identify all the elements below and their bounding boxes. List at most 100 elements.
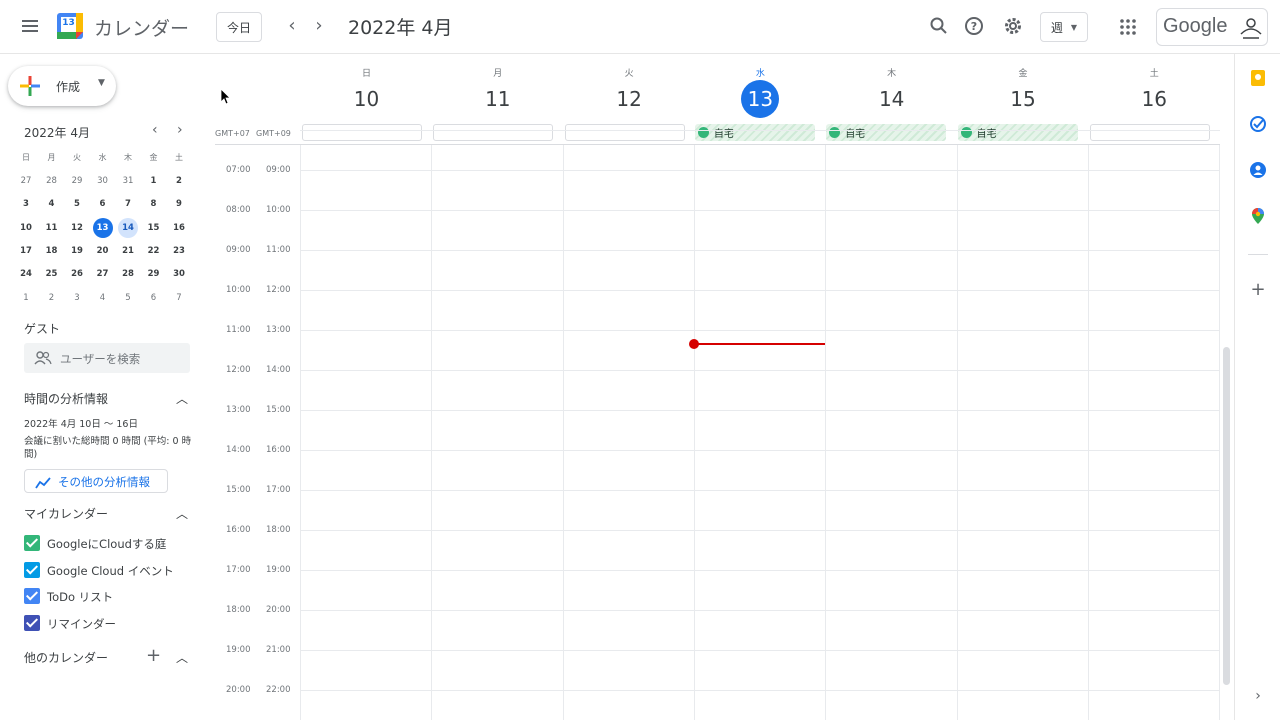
mini-calendar-day[interactable]: 31 — [118, 171, 138, 191]
expand-panel-chevron-icon[interactable]: › — [1250, 688, 1266, 704]
day-number[interactable]: 11 — [479, 80, 517, 118]
mini-calendar-day[interactable]: 21 — [118, 241, 138, 261]
guest-search-input[interactable]: ユーザーを検索 — [24, 343, 190, 373]
mini-calendar-day[interactable]: 5 — [118, 288, 138, 308]
mini-calendar-day[interactable]: 29 — [67, 171, 87, 191]
mini-calendar-day[interactable]: 10 — [16, 218, 36, 238]
day-column-header[interactable]: 土 16 — [1089, 66, 1220, 118]
day-number[interactable]: 16 — [1135, 80, 1173, 118]
mini-calendar-day[interactable]: 18 — [42, 241, 62, 261]
mini-calendar-day[interactable]: 15 — [144, 218, 164, 238]
all-day-event[interactable]: 自宅 — [826, 124, 947, 141]
calendar-logo-icon[interactable]: 13 — [56, 12, 84, 40]
day-column-header[interactable]: 日 10 — [301, 66, 432, 118]
mini-calendar-day[interactable]: 25 — [42, 264, 62, 284]
add-addon-plus-icon[interactable]: + — [1250, 281, 1266, 299]
mini-calendar-day[interactable]: 26 — [67, 264, 87, 284]
checkbox-checked-icon[interactable] — [24, 614, 40, 631]
mini-calendar-day[interactable]: 2 — [42, 288, 62, 308]
mini-calendar-day[interactable]: 22 — [144, 241, 164, 261]
more-insights-button[interactable]: その他の分析情報 — [24, 469, 168, 493]
mini-calendar-day[interactable]: 29 — [144, 264, 164, 284]
mini-calendar-day[interactable]: 2 — [169, 171, 189, 191]
previous-week-button[interactable]: ‹ — [282, 15, 302, 37]
day-column-header[interactable]: 金 15 — [958, 66, 1089, 118]
contacts-icon[interactable] — [1250, 162, 1266, 178]
checkbox-checked-icon[interactable] — [24, 561, 40, 578]
day-column-header[interactable]: 木 14 — [826, 66, 957, 118]
mini-calendar-day[interactable]: 1 — [144, 171, 164, 191]
chevron-up-icon[interactable]: ︿ — [176, 505, 188, 522]
mini-calendar-day[interactable]: 6 — [144, 288, 164, 308]
mini-calendar-day[interactable]: 12 — [67, 218, 87, 238]
mini-calendar-day[interactable]: 4 — [93, 288, 113, 308]
mini-calendar-day[interactable]: 17 — [16, 241, 36, 261]
day-gridline — [825, 145, 827, 720]
current-time-dot — [689, 339, 699, 349]
day-column-header[interactable]: 火 12 — [564, 66, 695, 118]
mini-calendar-day[interactable]: 3 — [16, 194, 36, 214]
search-icon[interactable] — [928, 15, 950, 37]
mini-calendar-day[interactable]: 8 — [144, 194, 164, 214]
mini-calendar-day[interactable]: 28 — [42, 171, 62, 191]
all-day-empty-slot[interactable] — [564, 124, 685, 141]
day-number[interactable]: 15 — [1004, 80, 1042, 118]
mini-calendar-day[interactable]: 30 — [93, 171, 113, 191]
mini-calendar-day[interactable]: 27 — [93, 264, 113, 284]
hour-gridline — [300, 170, 1220, 171]
add-calendar-plus-icon[interactable]: + — [146, 645, 161, 666]
mini-calendar-day[interactable]: 16 — [169, 218, 189, 238]
settings-gear-icon[interactable] — [1002, 15, 1024, 37]
help-icon[interactable]: ? — [963, 15, 985, 37]
apps-grid-icon[interactable] — [1119, 18, 1137, 36]
mini-calendar-day[interactable]: 30 — [169, 264, 189, 284]
keep-notes-icon[interactable] — [1250, 70, 1266, 86]
mini-calendar-day[interactable]: 9 — [169, 194, 189, 214]
day-number[interactable]: 10 — [348, 80, 386, 118]
all-day-empty-slot[interactable] — [433, 124, 554, 141]
chevron-up-icon[interactable]: ︿ — [176, 390, 188, 407]
mini-calendar-prev-button[interactable]: ‹ — [152, 122, 158, 138]
main-menu-icon[interactable] — [18, 14, 42, 38]
mini-calendar-next-button[interactable]: › — [177, 122, 183, 138]
today-button[interactable]: 今日 — [216, 12, 262, 42]
all-day-empty-slot[interactable] — [1089, 124, 1210, 141]
mini-calendar-day[interactable]: 6 — [93, 194, 113, 214]
view-selector-dropdown[interactable]: 週 ▼ — [1040, 12, 1088, 42]
day-column-header[interactable]: 月 11 — [432, 66, 563, 118]
create-event-button[interactable]: 作成 ▼ — [8, 66, 116, 106]
checkbox-checked-icon[interactable] — [24, 535, 40, 551]
mini-calendar-day[interactable]: 7 — [118, 194, 138, 214]
mini-calendar-day[interactable]: 11 — [42, 218, 62, 238]
mini-calendar-day[interactable]: 20 — [93, 241, 113, 261]
day-number[interactable]: 14 — [873, 80, 911, 118]
all-day-empty-slot[interactable] — [302, 124, 422, 141]
all-day-event[interactable]: 自宅 — [694, 124, 815, 141]
checkbox-checked-icon[interactable] — [24, 588, 40, 604]
mini-calendar-day[interactable]: 24 — [16, 264, 36, 284]
mini-calendar-day[interactable]: 1 — [16, 288, 36, 308]
mini-calendar-day[interactable]: 27 — [16, 171, 36, 191]
mini-calendar-day[interactable]: 5 — [67, 194, 87, 214]
chevron-up-icon[interactable]: ︿ — [176, 649, 188, 666]
week-time-grid[interactable] — [300, 130, 1221, 720]
day-column-header[interactable]: 水 13 — [695, 66, 826, 118]
mini-calendar-day[interactable]: 19 — [67, 241, 87, 261]
day-gridline — [956, 145, 958, 720]
grid-scrollbar[interactable] — [1223, 347, 1230, 685]
time-label-secondary: 15:00 — [266, 405, 291, 415]
mini-calendar-day[interactable]: 4 — [42, 194, 62, 214]
mini-calendar-day[interactable]: 23 — [169, 241, 189, 261]
mini-calendar-day[interactable]: 14 — [118, 217, 138, 238]
day-number[interactable]: 13 — [741, 80, 780, 118]
maps-icon[interactable] — [1250, 208, 1266, 224]
account-button[interactable]: Google — [1156, 8, 1268, 46]
day-number[interactable]: 12 — [610, 80, 648, 118]
mini-calendar-day[interactable]: 13 — [92, 217, 113, 238]
tasks-icon[interactable] — [1250, 116, 1266, 132]
mini-calendar-day[interactable]: 28 — [118, 264, 138, 284]
next-week-button[interactable]: › — [309, 15, 329, 37]
mini-calendar-day[interactable]: 7 — [169, 288, 189, 308]
mini-calendar-day[interactable]: 3 — [67, 288, 87, 308]
all-day-event[interactable]: 自宅 — [957, 124, 1078, 141]
